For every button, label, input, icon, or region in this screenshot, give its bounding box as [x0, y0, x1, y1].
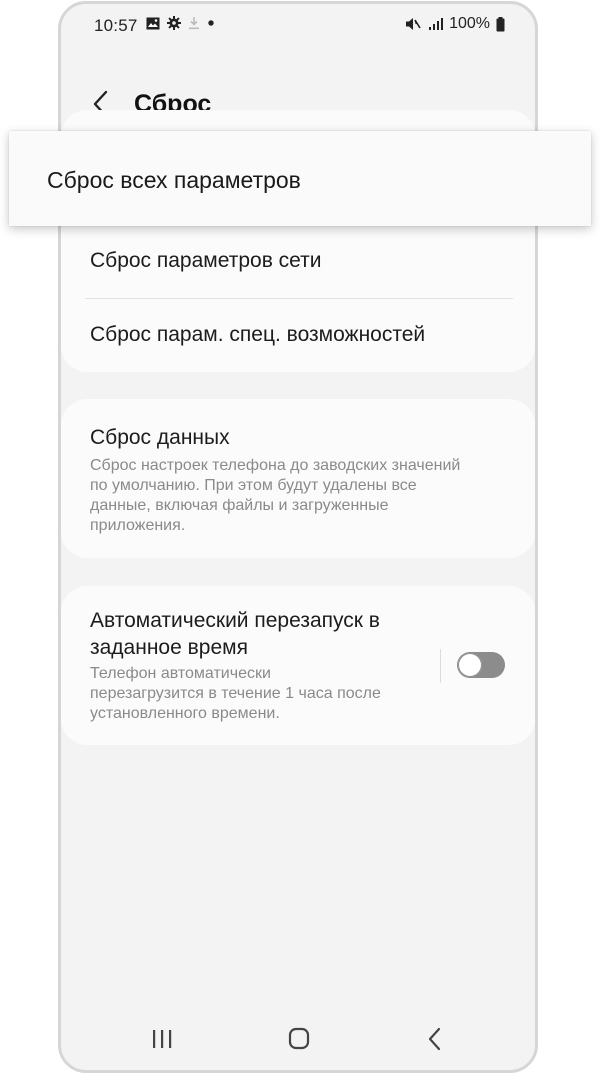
status-time: 10:57: [94, 16, 138, 35]
factory-reset-description-line: Сброс настроек телефона до заводских зна…: [90, 457, 461, 474]
reset-all-settings-highlight[interactable]: Сброс всех параметров: [9, 131, 591, 226]
reset-all-settings-label: Сброс всех параметров: [47, 167, 301, 193]
reset-accessibility-settings-label: Сброс парам. спец. возможностей: [90, 323, 426, 346]
status-notification-icons: [146, 16, 215, 30]
factory-reset-description-line: по умолчанию. При этом будут удалены все: [90, 477, 417, 494]
factory-reset-card: Сброс данных Сброс настроек телефона до …: [61, 399, 535, 558]
mute-icon: [406, 18, 421, 30]
reset-network-settings-label: Сброс параметров сети: [90, 249, 322, 272]
auto-restart-card: Автоматический перезапуск в заданное вре…: [61, 586, 535, 745]
auto-restart-title-line: заданное время: [90, 636, 248, 659]
battery-icon: [496, 16, 505, 31]
auto-restart-description-line: перезагрузится в течение 1 часа после: [90, 685, 381, 702]
dot-icon: [208, 20, 214, 26]
factory-reset-item[interactable]: Сброс данных Сброс настроек телефона до …: [61, 399, 535, 558]
navigation-bar: [61, 1010, 535, 1070]
factory-reset-title: Сброс данных: [90, 426, 230, 449]
factory-reset-description-line: данные, включая файлы и загруженные: [90, 497, 389, 514]
auto-restart-description-line: установленного времени.: [90, 705, 280, 722]
auto-restart-toggle[interactable]: [457, 652, 505, 678]
status-system-icons: 100%: [405, 15, 505, 33]
auto-restart-item[interactable]: Автоматический перезапуск в заданное вре…: [61, 586, 440, 745]
gear-icon: [167, 16, 181, 30]
reset-network-settings-item[interactable]: Сброс параметров сети: [61, 228, 535, 298]
auto-restart-description-line: Телефон автоматически: [90, 665, 271, 682]
download-icon: [189, 17, 199, 30]
status-bar: 10:57 100%: [61, 4, 535, 48]
back-nav-icon[interactable]: [415, 1024, 455, 1054]
recent-apps-icon[interactable]: [142, 1024, 182, 1054]
home-icon[interactable]: [279, 1024, 319, 1054]
toggle-knob: [458, 653, 482, 677]
reset-accessibility-settings-item[interactable]: Сброс парам. спец. возможностей: [61, 299, 535, 372]
auto-restart-title-line: Автоматический перезапуск в: [90, 609, 380, 632]
battery-percentage: 100%: [449, 15, 490, 32]
signal-icon: [429, 18, 444, 30]
gallery-icon: [146, 17, 160, 29]
toggle-separator: [440, 649, 441, 683]
factory-reset-description-line: приложения.: [90, 517, 186, 534]
